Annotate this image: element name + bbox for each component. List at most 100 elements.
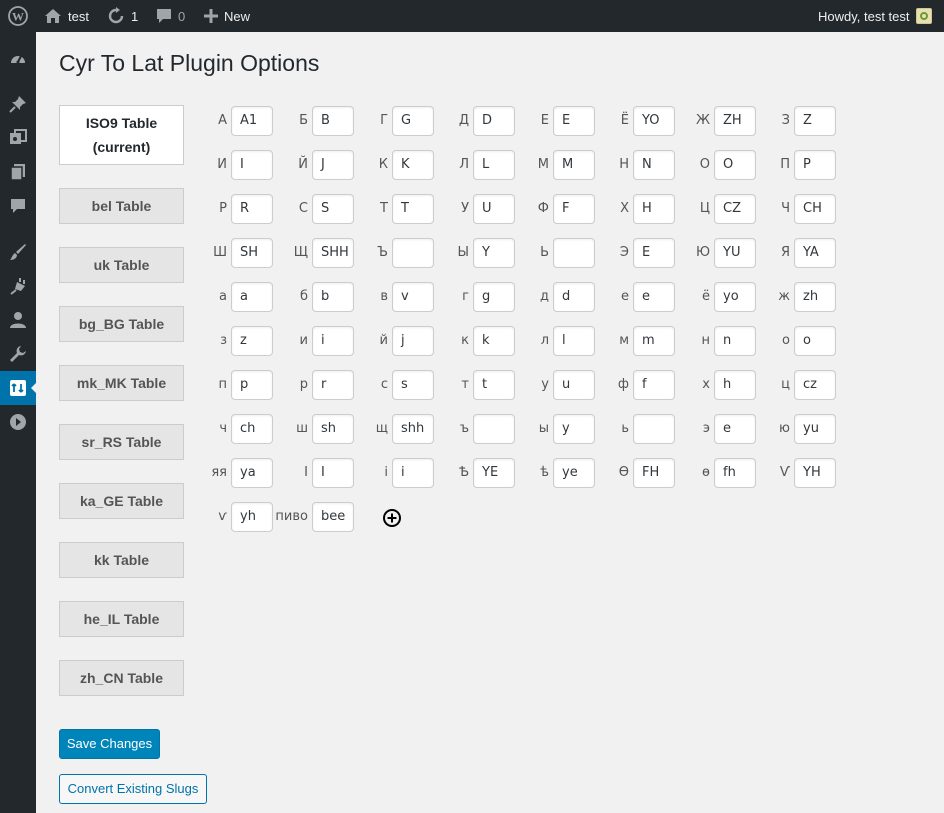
cyrillic-label: м [619, 333, 629, 348]
cyrillic-label: ж [778, 289, 790, 304]
latin-input[interactable]: YA [794, 238, 836, 268]
new-content-link[interactable]: New [204, 0, 250, 32]
table-tab[interactable]: zh_CN Table [59, 660, 184, 696]
latin-input[interactable]: yh [231, 502, 273, 532]
latin-input[interactable]: v [392, 282, 434, 312]
latin-input[interactable]: ch [231, 414, 273, 444]
latin-input[interactable]: j [392, 326, 434, 356]
latin-input[interactable]: z [231, 326, 273, 356]
table-tab[interactable]: bg_BG Table [59, 306, 184, 342]
latin-input[interactable]: R [231, 194, 273, 224]
posts-pin-icon[interactable] [0, 87, 36, 121]
dashboard-icon[interactable] [0, 42, 36, 76]
cyrillic-label: Х [620, 201, 629, 216]
latin-input[interactable]: E [633, 238, 675, 268]
latin-input[interactable]: f [633, 370, 675, 400]
latin-input[interactable]: cz [794, 370, 836, 400]
latin-input[interactable]: bee [312, 502, 354, 532]
latin-input[interactable]: N [633, 150, 675, 180]
cyrillic-label: Т [380, 201, 388, 216]
latin-input[interactable]: YO [633, 106, 675, 136]
plugins-icon[interactable] [0, 269, 36, 303]
latin-input[interactable]: SH [231, 238, 273, 268]
wordpress-logo-icon[interactable]: W [8, 0, 28, 32]
table-tab[interactable]: ISO9 Table (current) [59, 105, 184, 165]
table-tab[interactable]: he_IL Table [59, 601, 184, 637]
cyrillic-label: т [461, 377, 469, 392]
cyrillic-label: а [219, 289, 227, 304]
convert-existing-slugs-button[interactable]: Convert Existing Slugs [59, 774, 207, 804]
site-name-link[interactable]: test [44, 0, 89, 32]
cyrillic-label: Ц [699, 201, 710, 216]
latin-input[interactable]: m [633, 326, 675, 356]
cyrillic-label: П [780, 157, 790, 172]
latin-input[interactable] [633, 414, 675, 444]
comments-link[interactable]: 0 [156, 0, 185, 32]
table-tab[interactable]: mk_MK Table [59, 365, 184, 401]
latin-input[interactable]: I [231, 150, 273, 180]
table-tab[interactable]: ka_GE Table [59, 483, 184, 519]
latin-input[interactable]: i [392, 458, 434, 488]
cyrillic-label: А [218, 113, 227, 128]
pages-icon[interactable] [0, 155, 36, 189]
latin-input[interactable]: YH [794, 458, 836, 488]
latin-input[interactable]: G [392, 106, 434, 136]
cyrillic-label: л [540, 333, 549, 348]
latin-input[interactable]: H [633, 194, 675, 224]
latin-input[interactable]: T [392, 194, 434, 224]
latin-input[interactable]: zh [794, 282, 836, 312]
cyrillic-label: Ю [695, 245, 710, 260]
cyrillic-label: й [379, 333, 388, 348]
cyrillic-label: И [217, 157, 227, 172]
cyrillic-label: с [380, 377, 388, 392]
latin-input[interactable]: A1 [231, 106, 273, 136]
latin-input[interactable]: CH [794, 194, 836, 224]
latin-input[interactable]: yu [794, 414, 836, 444]
cyrillic-label: Ъ [377, 245, 388, 260]
cyrillic-label: р [299, 377, 308, 392]
media-icon[interactable] [0, 121, 36, 155]
cyrillic-label: Ь [540, 245, 549, 260]
cyrillic-label: Ѵ [779, 465, 790, 480]
comments-count: 0 [178, 8, 186, 24]
cyrillic-label: о [782, 333, 790, 348]
cyrillic-label: Ж [695, 113, 710, 128]
page-title: Cyr To Lat Plugin Options [59, 50, 320, 76]
add-plus-circle-icon[interactable] [382, 508, 402, 528]
cyrillic-label: Щ [293, 245, 308, 260]
save-changes-button[interactable]: Save Changes [59, 729, 160, 759]
cyrillic-label: Ч [781, 201, 790, 216]
appearance-brush-icon[interactable] [0, 235, 36, 269]
collapse-menu-icon[interactable] [0, 405, 36, 439]
comments-icon[interactable] [0, 189, 36, 223]
latin-input[interactable]: FH [633, 458, 675, 488]
settings-active-icon[interactable] [0, 371, 37, 405]
tools-wrench-icon[interactable] [0, 337, 36, 371]
table-tab[interactable]: bel Table [59, 188, 184, 224]
my-account-link[interactable]: Howdy, test test [818, 0, 932, 32]
latin-input[interactable]: e [633, 282, 675, 312]
latin-input[interactable]: p [231, 370, 273, 400]
updates-link[interactable]: 1 [107, 0, 138, 32]
latin-input[interactable]: P [794, 150, 836, 180]
cyrillic-label: ь [621, 421, 629, 436]
table-tab[interactable]: kk Table [59, 542, 184, 578]
cyrillic-label: Н [619, 157, 629, 172]
cyrillic-label: ѵ [218, 509, 227, 524]
table-tab[interactable]: sr_RS Table [59, 424, 184, 460]
latin-input[interactable]: K [392, 150, 434, 180]
latin-input[interactable] [392, 238, 434, 268]
latin-input[interactable]: ya [231, 458, 273, 488]
cyrillic-label: Е [540, 113, 549, 128]
cyrillic-label: ѣ [540, 465, 549, 480]
cyrillic-label: У [461, 201, 469, 216]
cyrillic-label: Д [458, 113, 469, 128]
table-tab[interactable]: uk Table [59, 247, 184, 283]
cyrillic-label: з [220, 333, 227, 348]
users-icon[interactable] [0, 303, 36, 337]
latin-input[interactable]: shh [392, 414, 434, 444]
latin-input[interactable]: o [794, 326, 836, 356]
latin-input[interactable]: s [392, 370, 434, 400]
latin-input[interactable]: a [231, 282, 273, 312]
latin-input[interactable]: Z [794, 106, 836, 136]
